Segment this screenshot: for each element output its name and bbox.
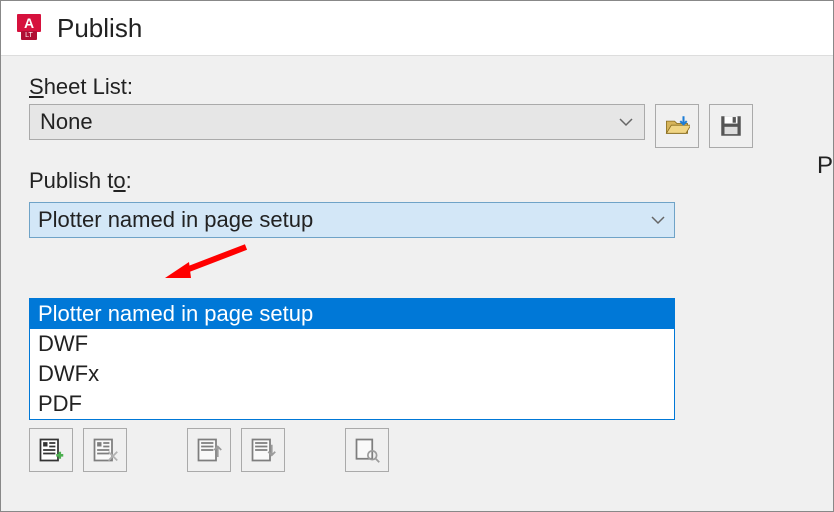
dropdown-option[interactable]: DWFx (30, 359, 674, 389)
chevron-down-icon (650, 212, 666, 228)
dropdown-option[interactable]: PDF (30, 389, 674, 419)
app-icon: A LT (15, 14, 43, 42)
open-sheet-list-button[interactable] (655, 104, 699, 148)
publish-to-label: Publish to: (29, 168, 132, 194)
sheet-list-value: None (40, 109, 618, 135)
publish-to-dropdown[interactable]: Plotter named in page setup DWF DWFx PDF (29, 298, 675, 420)
annotation-arrow (161, 242, 251, 282)
add-sheets-button[interactable] (29, 428, 73, 472)
publish-to-combo[interactable]: Plotter named in page setup (29, 202, 675, 238)
save-sheet-list-button[interactable] (709, 104, 753, 148)
sheet-list-combo[interactable]: None (29, 104, 645, 140)
dropdown-option[interactable]: Plotter named in page setup (30, 299, 674, 329)
remove-sheets-button[interactable] (83, 428, 127, 472)
move-sheet-up-button[interactable] (187, 428, 231, 472)
window-title: Publish (57, 13, 142, 44)
chevron-down-icon (618, 114, 634, 130)
toolbar (29, 428, 805, 472)
publish-to-value: Plotter named in page setup (38, 207, 650, 233)
sheet-list-label: Sheet List: (29, 74, 133, 100)
preview-button[interactable] (345, 428, 389, 472)
cut-off-text: P (817, 152, 833, 180)
titlebar: A LT Publish (1, 1, 833, 56)
move-sheet-down-button[interactable] (241, 428, 285, 472)
dropdown-option[interactable]: DWF (30, 329, 674, 359)
